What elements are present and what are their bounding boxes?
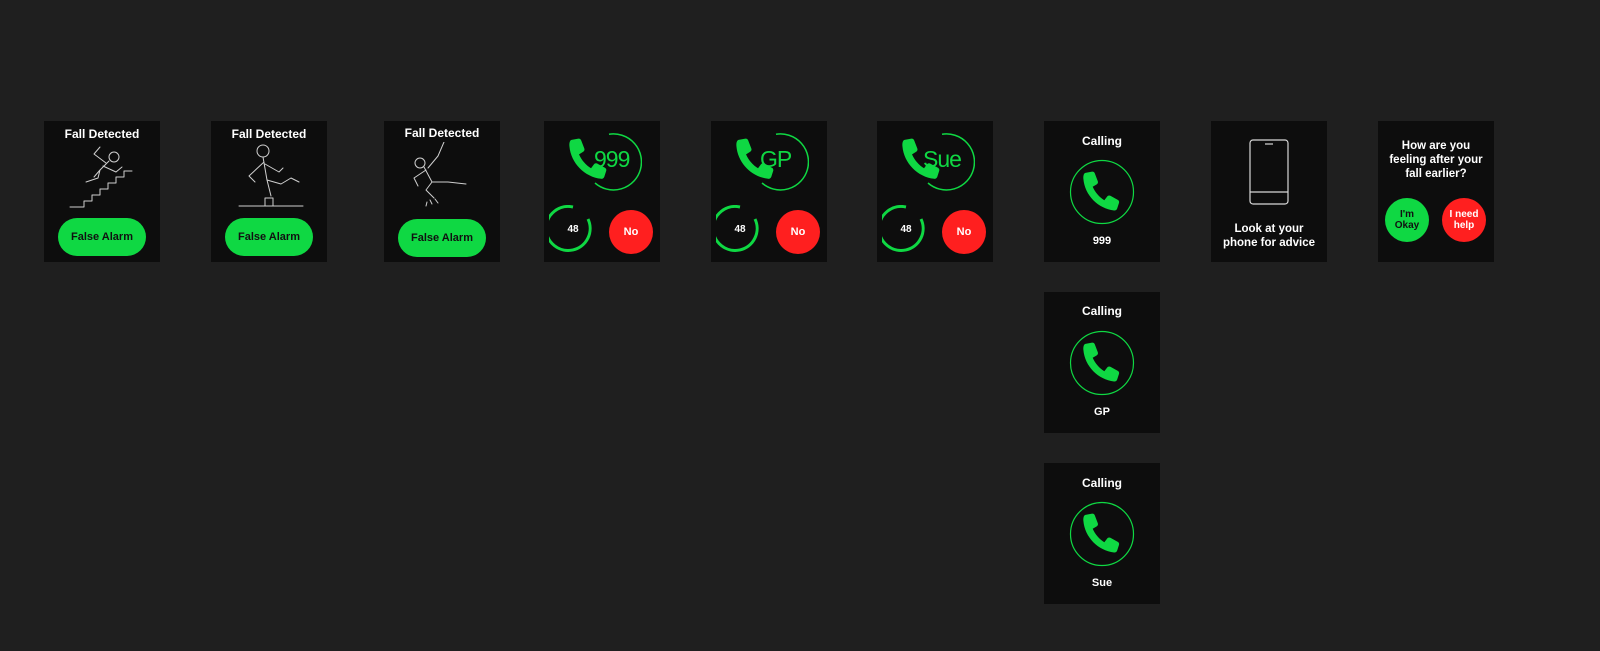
question-line: fall earlier? (1405, 168, 1467, 180)
phone-icon (1083, 171, 1120, 211)
contact-label: GP (760, 146, 792, 172)
call-ring (1069, 501, 1135, 567)
call-ring (1069, 330, 1135, 396)
question-line: How are you (1401, 140, 1471, 152)
phone-icon (1083, 513, 1120, 553)
calling-screen-sue: Calling Sue (1044, 463, 1160, 604)
calling-screen-999: Calling 999 (1044, 121, 1160, 262)
calling-status: Calling (1081, 134, 1122, 148)
trip-fall-icon (238, 144, 304, 207)
smartphone-icon (1249, 139, 1289, 205)
call-ring (1069, 159, 1135, 225)
phone-icon (1083, 342, 1120, 382)
countdown-value: 48 (734, 223, 746, 235)
calling-status: Calling (1081, 304, 1122, 318)
button-label-line: Okay (1394, 220, 1420, 231)
screen-title: Fall Detected (404, 126, 480, 140)
contact-label: Sue (923, 146, 962, 172)
slip-fall-icon (413, 142, 467, 207)
calling-contact: Sue (1091, 577, 1113, 589)
contact-label: 999 (594, 146, 630, 172)
cancel-call-button[interactable]: No (609, 210, 653, 254)
wellbeing-check-screen: How are you feeling after your fall earl… (1378, 121, 1494, 262)
fall-detected-screen-slip: Fall Detected False Alarm (384, 121, 500, 262)
need-help-button[interactable]: I need help (1442, 198, 1486, 242)
fall-detected-screen-stairs: Fall Detected False Alarm (44, 121, 160, 262)
phone-advice-message: Look at your phone for advice (1211, 222, 1327, 250)
calling-contact: GP (1094, 406, 1110, 418)
im-okay-button[interactable]: I'm Okay (1385, 198, 1429, 242)
call-countdown-screen-999: 999 48 No (544, 121, 660, 262)
false-alarm-button[interactable]: False Alarm (398, 219, 486, 257)
calling-screen-gp: Calling GP (1044, 292, 1160, 433)
button-label-line: help (1453, 220, 1475, 231)
calling-contact: 999 (1092, 235, 1112, 247)
false-alarm-button[interactable]: False Alarm (58, 218, 146, 256)
screen-title: Fall Detected (231, 127, 307, 141)
countdown-value: 48 (567, 223, 579, 235)
fall-detected-screen-trip: Fall Detected False Alarm (211, 121, 327, 262)
call-countdown-screen-sue: Sue 48 No (877, 121, 993, 262)
button-label-line: I'm (1399, 209, 1415, 220)
question-line: feeling after your (1389, 154, 1483, 166)
cancel-call-button[interactable]: No (776, 210, 820, 254)
phone-advice-screen: Look at your phone for advice (1211, 121, 1327, 262)
message-line: phone for advice (1222, 237, 1316, 249)
countdown-value: 48 (900, 223, 912, 235)
message-line: Look at your (1234, 223, 1304, 235)
screen-title: Fall Detected (64, 127, 140, 141)
button-label-line: I need (1449, 209, 1479, 220)
wellbeing-question: How are you feeling after your fall earl… (1378, 139, 1494, 181)
calling-status: Calling (1081, 476, 1122, 490)
call-countdown-screen-gp: GP 48 No (711, 121, 827, 262)
cancel-call-button[interactable]: No (942, 210, 986, 254)
false-alarm-button[interactable]: False Alarm (225, 218, 313, 256)
stairs-fall-icon (69, 146, 133, 208)
